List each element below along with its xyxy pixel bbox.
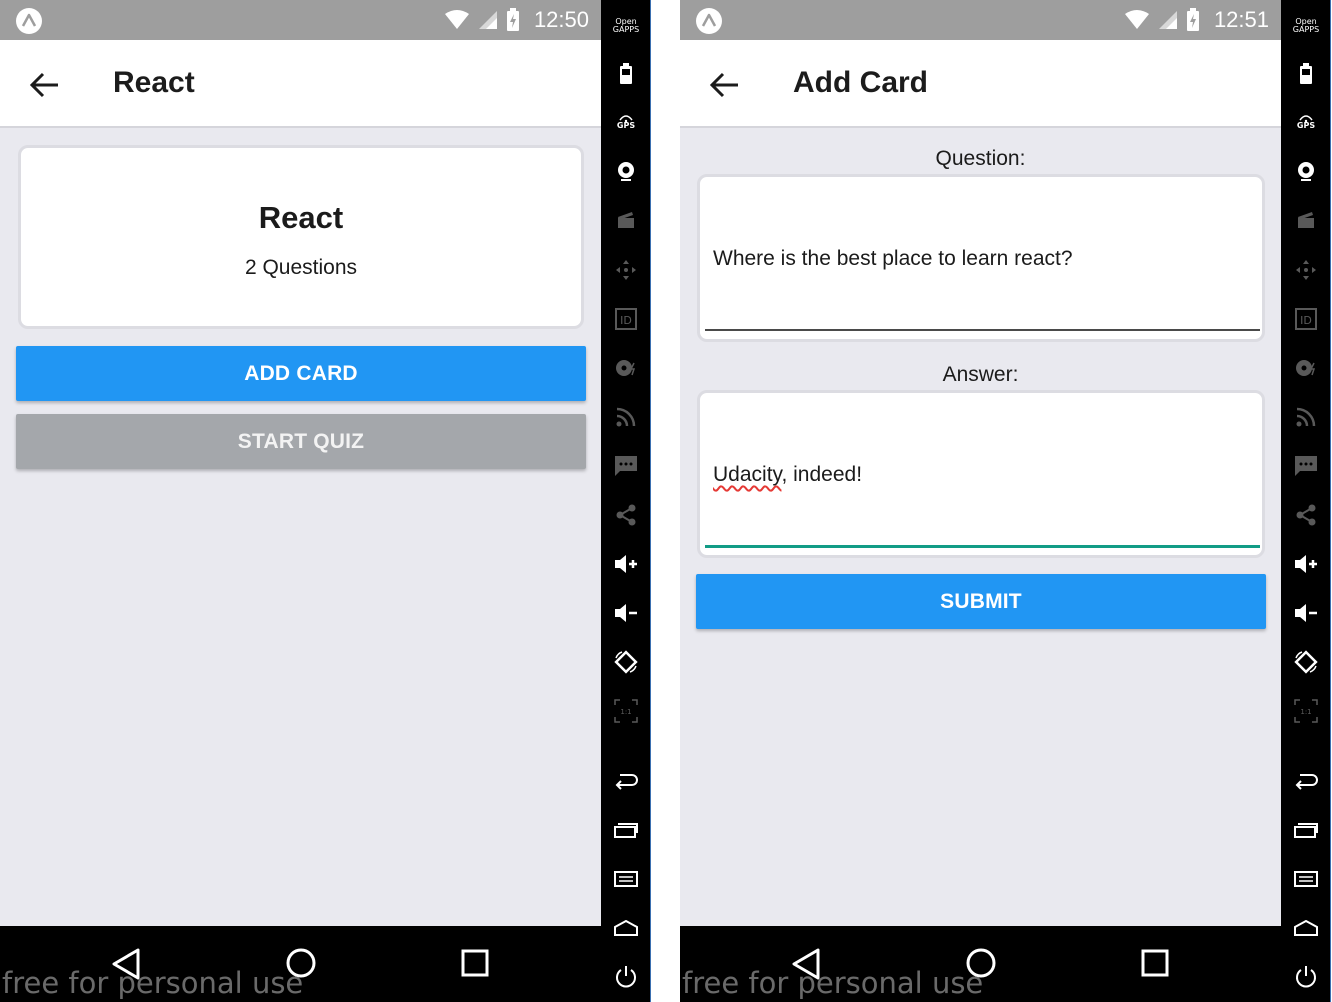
back-arrow-icon[interactable] — [708, 68, 742, 102]
nav-recents-icon[interactable] — [460, 948, 490, 978]
battery-icon[interactable] — [1294, 62, 1318, 86]
android-menu-icon[interactable] — [1294, 867, 1318, 891]
deck-title: React — [258, 200, 344, 235]
rss-feed-icon[interactable] — [614, 405, 638, 429]
android-recents-icon[interactable] — [1294, 818, 1318, 842]
answer-value: Udacity, indeed! — [713, 463, 863, 486]
device-id-icon[interactable]: ID — [614, 307, 638, 331]
android-recents-icon[interactable] — [614, 818, 638, 842]
add-card-button[interactable]: ADD CARD — [16, 346, 586, 401]
svg-text:1:1: 1:1 — [1300, 708, 1311, 716]
app-header: Add Card — [680, 40, 1281, 128]
device-id-icon[interactable]: ID — [1294, 307, 1318, 331]
volume-down-icon[interactable] — [614, 601, 638, 625]
status-bar: 12:51 — [680, 0, 1281, 40]
question-value: Where is the best place to learn react? — [713, 247, 1073, 270]
rotate-screen-icon[interactable] — [1294, 650, 1318, 674]
emulator-left: 12:50 React React 2 Questions ADD CARD S… — [0, 0, 651, 1002]
battery-charging-icon — [1186, 8, 1199, 31]
emulator-toolbar: Open GAPPS GPS ID 1:1 — [601, 0, 651, 1002]
deck-question-count: 2 Questions — [244, 256, 358, 279]
expo-logo-icon — [16, 8, 42, 34]
android-back-icon[interactable] — [614, 769, 638, 793]
share-icon[interactable] — [614, 503, 638, 527]
media-disc-icon[interactable] — [614, 356, 638, 380]
dpad-move-icon[interactable] — [614, 258, 638, 282]
wifi-icon — [444, 10, 469, 29]
gps-icon[interactable]: GPS — [1294, 110, 1318, 134]
watermark-text: free for personal use — [2, 966, 304, 1000]
media-disc-icon[interactable] — [1294, 356, 1318, 380]
battery-charging-icon — [506, 8, 519, 31]
nav-recents-icon[interactable] — [1140, 948, 1170, 978]
android-home-icon[interactable] — [1294, 916, 1318, 940]
page-title: React — [113, 66, 195, 99]
gps-icon[interactable]: GPS — [614, 110, 638, 134]
question-input-underline — [705, 329, 1260, 331]
rss-feed-icon[interactable] — [1294, 405, 1318, 429]
back-arrow-icon[interactable] — [28, 68, 62, 102]
expo-logo-icon — [696, 8, 722, 34]
submit-button[interactable]: SUBMIT — [696, 574, 1266, 629]
clapperboard-icon[interactable] — [614, 208, 638, 232]
svg-text:ID: ID — [1300, 314, 1312, 327]
zoom-1to1-icon[interactable]: 1:1 — [614, 699, 638, 723]
volume-up-icon[interactable] — [1294, 552, 1318, 576]
sms-message-icon[interactable] — [614, 454, 638, 478]
share-icon[interactable] — [1294, 503, 1318, 527]
start-quiz-button[interactable]: START QUIZ — [16, 414, 586, 469]
volume-up-icon[interactable] — [614, 552, 638, 576]
answer-label: Answer: — [942, 363, 1019, 386]
phone-screen-deck: 12:50 React React 2 Questions ADD CARD S… — [0, 0, 601, 1002]
signal-icon — [478, 11, 497, 29]
svg-text:ID: ID — [620, 314, 632, 327]
svg-text:1:1: 1:1 — [620, 708, 631, 716]
status-time: 12:50 — [533, 7, 589, 32]
emulator-toolbar: Open GAPPS GPS ID 1:1 — [1281, 0, 1331, 1002]
open-gapps-icon[interactable]: Open GAPPS — [1293, 14, 1319, 38]
answer-input[interactable]: Udacity, indeed! — [697, 390, 1265, 558]
wifi-icon — [1124, 10, 1149, 29]
status-bar: 12:50 — [0, 0, 601, 40]
power-icon[interactable] — [614, 965, 638, 989]
clapperboard-icon[interactable] — [1294, 208, 1318, 232]
android-back-icon[interactable] — [1294, 769, 1318, 793]
watermark-text: free for personal use — [682, 966, 984, 1000]
android-home-icon[interactable] — [614, 916, 638, 940]
sms-message-icon[interactable] — [1294, 454, 1318, 478]
battery-icon[interactable] — [614, 62, 638, 86]
emulator-right: 12:51 Add Card Question: Where is the be… — [680, 0, 1331, 1002]
camera-icon[interactable] — [614, 159, 638, 183]
deck-card: React 2 Questions — [18, 145, 584, 329]
question-label: Question: — [935, 147, 1026, 170]
page-title: Add Card — [793, 66, 928, 99]
app-header: React — [0, 40, 601, 128]
camera-icon[interactable] — [1294, 159, 1318, 183]
dpad-move-icon[interactable] — [1294, 258, 1318, 282]
android-menu-icon[interactable] — [614, 867, 638, 891]
signal-icon — [1158, 11, 1177, 29]
open-gapps-icon[interactable]: Open GAPPS — [613, 14, 639, 38]
status-time: 12:51 — [1213, 7, 1269, 32]
question-input[interactable]: Where is the best place to learn react? — [697, 174, 1265, 342]
zoom-1to1-icon[interactable]: 1:1 — [1294, 699, 1318, 723]
phone-screen-add-card: 12:51 Add Card Question: Where is the be… — [680, 0, 1281, 1002]
answer-input-underline-focused — [705, 545, 1260, 548]
misspelled-word: Udacity — [713, 463, 782, 486]
rotate-screen-icon[interactable] — [614, 650, 638, 674]
power-icon[interactable] — [1294, 965, 1318, 989]
volume-down-icon[interactable] — [1294, 601, 1318, 625]
